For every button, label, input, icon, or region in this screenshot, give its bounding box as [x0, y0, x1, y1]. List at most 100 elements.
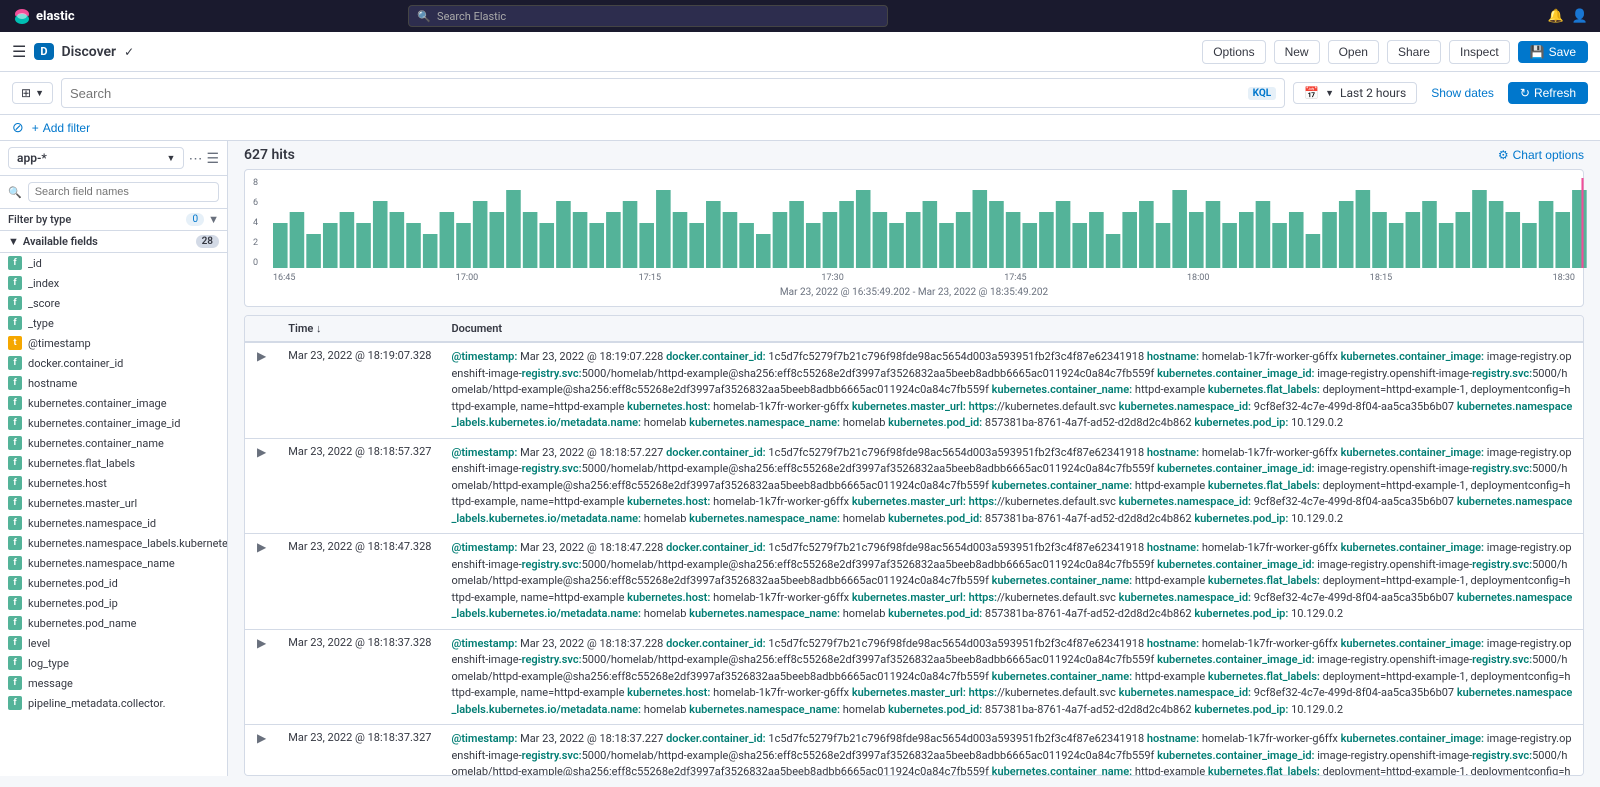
field-item[interactable]: fkubernetes.namespace_labels.kubernetes.… [0, 533, 227, 553]
new-button[interactable]: New [1274, 40, 1320, 64]
field-type-icon: f [8, 436, 22, 450]
table-row: ▶Mar 23, 2022 @ 18:18:57.327@timestamp: … [245, 438, 1583, 534]
field-item[interactable]: fkubernetes.pod_id [0, 573, 227, 593]
index-pattern-selector[interactable]: app-* ▼ [8, 147, 184, 169]
hamburger-button[interactable]: ☰ [12, 42, 26, 62]
field-item[interactable]: f_id [0, 253, 227, 273]
available-fields-chevron[interactable]: ▼ [8, 235, 19, 248]
logo-text: elastic [36, 9, 75, 24]
top-nav: elastic 🔍 Search Elastic 🔔 👤 [0, 0, 1600, 32]
field-name: kubernetes.namespace_name [28, 557, 175, 570]
add-filter-label: Add filter [43, 121, 90, 135]
main-content-area: 627 hits ⚙ Chart options 8 6 4 2 0 [228, 141, 1600, 776]
field-item[interactable]: fkubernetes.host [0, 473, 227, 493]
field-name: kubernetes.namespace_labels.kubernetes.i… [28, 537, 227, 550]
notifications-icon[interactable]: 🔔 [1548, 9, 1564, 24]
add-filter-button[interactable]: + Add filter [32, 121, 90, 135]
toolbar-actions: Options New Open Share Inspect 💾 Save [1202, 40, 1588, 64]
time-col-header[interactable]: Time ↓ [278, 316, 441, 342]
index-selector-icon: ⊞ [21, 86, 31, 100]
table-row: ▶Mar 23, 2022 @ 18:18:47.328@timestamp: … [245, 534, 1583, 630]
chart-container: 8 6 4 2 0 [244, 169, 1584, 307]
index-selector[interactable]: ⊞ ▼ [12, 82, 53, 104]
document-cell: @timestamp: Mar 23, 2022 @ 18:18:57.227 … [441, 438, 1583, 534]
search-input[interactable] [70, 86, 1248, 101]
field-item[interactable]: flog_type [0, 653, 227, 673]
refresh-button[interactable]: ↻ Refresh [1508, 82, 1588, 104]
expand-row-button[interactable]: ▶ [255, 636, 268, 650]
field-name: _id [28, 257, 42, 270]
calendar-icon: 📅 [1304, 86, 1319, 100]
field-type-icon: f [8, 416, 22, 430]
field-type-icon: f [8, 516, 22, 530]
available-fields-label: Available fields [23, 235, 98, 248]
field-name: message [28, 677, 73, 690]
field-item[interactable]: flevel [0, 633, 227, 653]
field-item[interactable]: f message [0, 673, 227, 693]
field-item[interactable]: f _score [0, 293, 227, 313]
breadcrumb-check: ✓ [124, 45, 134, 59]
global-search-placeholder: Search Elastic [437, 10, 506, 23]
chart-options-button[interactable]: ⚙ Chart options [1498, 148, 1584, 162]
field-name: kubernetes.container_image_id [28, 417, 180, 430]
field-item[interactable]: fkubernetes.container_name [0, 433, 227, 453]
main-container: app-* ▼ ⋯ ☰ 🔍 Filter by type 0 ▼ ▼ Avail… [0, 141, 1600, 776]
expand-row-button[interactable]: ▶ [255, 445, 268, 459]
field-item[interactable]: fkubernetes.flat_labels [0, 453, 227, 473]
field-item[interactable]: fkubernetes.namespace_id [0, 513, 227, 533]
time-cell: Mar 23, 2022 @ 18:18:37.328 [278, 629, 441, 725]
filter-type-chevron[interactable]: ▼ [208, 213, 219, 226]
user-icon[interactable]: 👤 [1572, 9, 1588, 24]
field-item[interactable]: fkubernetes.namespace_name [0, 553, 227, 573]
field-item[interactable]: f_type [0, 313, 227, 333]
expand-row-button[interactable]: ▶ [255, 731, 268, 745]
show-dates-button[interactable]: Show dates [1425, 83, 1500, 103]
available-fields-count: 28 [196, 235, 219, 248]
global-search-bar[interactable]: 🔍 Search Elastic [408, 5, 888, 27]
expand-row-button[interactable]: ▶ [255, 349, 268, 363]
time-cell: Mar 23, 2022 @ 18:18:47.328 [278, 534, 441, 630]
open-button[interactable]: Open [1328, 40, 1379, 64]
y-label-0: 0 [253, 258, 258, 268]
y-label-8: 8 [253, 178, 258, 188]
available-fields-header: ▼ Available fields 28 [0, 231, 227, 253]
save-button[interactable]: 💾 Save [1518, 41, 1588, 63]
results-area[interactable]: Time ↓ Document ▶Mar 23, 2022 @ 18:19:07… [244, 315, 1584, 776]
share-button[interactable]: Share [1387, 40, 1441, 64]
field-item[interactable]: fkubernetes.pod_ip [0, 593, 227, 613]
inspect-button[interactable]: Inspect [1449, 40, 1510, 64]
chart-subtitle: Mar 23, 2022 @ 16:35:49.202 - Mar 23, 20… [253, 287, 1575, 298]
field-name: _score [28, 297, 60, 310]
field-type-icon: f [8, 296, 22, 310]
field-item[interactable]: t@timestamp [0, 333, 227, 353]
field-name: _type [28, 317, 54, 330]
document-cell: @timestamp: Mar 23, 2022 @ 18:18:37.228 … [441, 629, 1583, 725]
field-search-input[interactable] [28, 182, 219, 202]
field-item[interactable]: fpipeline_metadata.collector. [0, 693, 227, 713]
field-name: pipeline_metadata.collector. [28, 697, 166, 710]
field-item[interactable]: fhostname [0, 373, 227, 393]
plus-icon: + [32, 121, 39, 135]
sidebar-options-button[interactable]: ⋯ [188, 150, 202, 167]
field-type-icon: f [8, 676, 22, 690]
time-range-selector[interactable]: 📅 ▼ Last 2 hours [1293, 82, 1417, 104]
field-item[interactable]: fkubernetes.pod_name [0, 613, 227, 633]
kql-badge[interactable]: KQL [1248, 87, 1277, 100]
field-item[interactable]: fdocker.container_id [0, 353, 227, 373]
filter-icon-button[interactable]: ⊘ [12, 119, 24, 136]
options-button[interactable]: Options [1202, 40, 1265, 64]
field-item[interactable]: f_index [0, 273, 227, 293]
app-badge: D [34, 43, 53, 60]
discover-label: Discover [62, 44, 117, 60]
field-name: kubernetes.pod_ip [28, 597, 118, 610]
field-type-icon: f [8, 496, 22, 510]
search-input-wrapper: KQL [61, 78, 1285, 108]
expand-col-header [245, 316, 278, 342]
sidebar-list-button[interactable]: ☰ [206, 150, 219, 167]
field-search-icon: 🔍 [8, 186, 22, 199]
filter-bar: ⊘ + Add filter [0, 115, 1600, 141]
field-item[interactable]: fkubernetes.container_image [0, 393, 227, 413]
expand-row-button[interactable]: ▶ [255, 540, 268, 554]
field-item[interactable]: f kubernetes.container_image_id [0, 413, 227, 433]
field-item[interactable]: fkubernetes.master_url [0, 493, 227, 513]
